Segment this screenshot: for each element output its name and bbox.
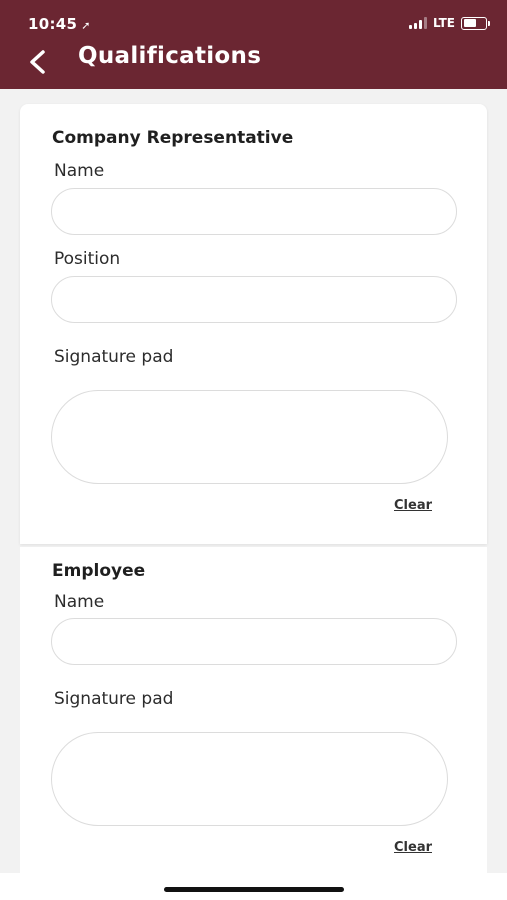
location-arrow-icon: ➚ <box>81 19 91 32</box>
rep-position-input[interactable] <box>51 276 457 323</box>
employee-name-label: Name <box>54 592 105 612</box>
employee-name-input[interactable] <box>51 618 457 665</box>
network-type: LTE <box>432 16 455 30</box>
home-bar <box>0 873 507 900</box>
rep-position-label: Position <box>54 249 121 269</box>
rep-signature-label: Signature pad <box>54 347 174 367</box>
home-indicator[interactable] <box>164 887 344 892</box>
rep-name-input[interactable] <box>51 188 457 235</box>
chevron-left-icon <box>30 50 45 74</box>
status-time-text: 10:45 <box>28 15 78 33</box>
rep-signature-clear-button[interactable]: Clear <box>394 498 432 513</box>
rep-signature-pad[interactable] <box>51 390 448 484</box>
employee-signature-label: Signature pad <box>54 689 174 709</box>
employee-signature-clear-button[interactable]: Clear <box>394 840 432 855</box>
back-button[interactable] <box>22 46 52 78</box>
employee-signature-pad[interactable] <box>51 732 448 826</box>
battery-icon <box>461 16 490 30</box>
page-title: Qualifications <box>78 43 262 69</box>
section-title-employee: Employee <box>52 561 146 581</box>
rep-name-label: Name <box>54 161 105 181</box>
section-title-company-representative: Company Representative <box>52 128 294 148</box>
app-header: 10:45 ➚ LTE Qualifications <box>0 0 507 89</box>
employee-card: Employee Name Signature pad Clear <box>20 547 487 873</box>
status-time: 10:45 ➚ <box>28 15 91 33</box>
status-indicators: LTE <box>408 16 490 30</box>
signal-icon <box>408 17 427 29</box>
company-representative-card: Company Representative Name Position Sig… <box>20 104 487 544</box>
